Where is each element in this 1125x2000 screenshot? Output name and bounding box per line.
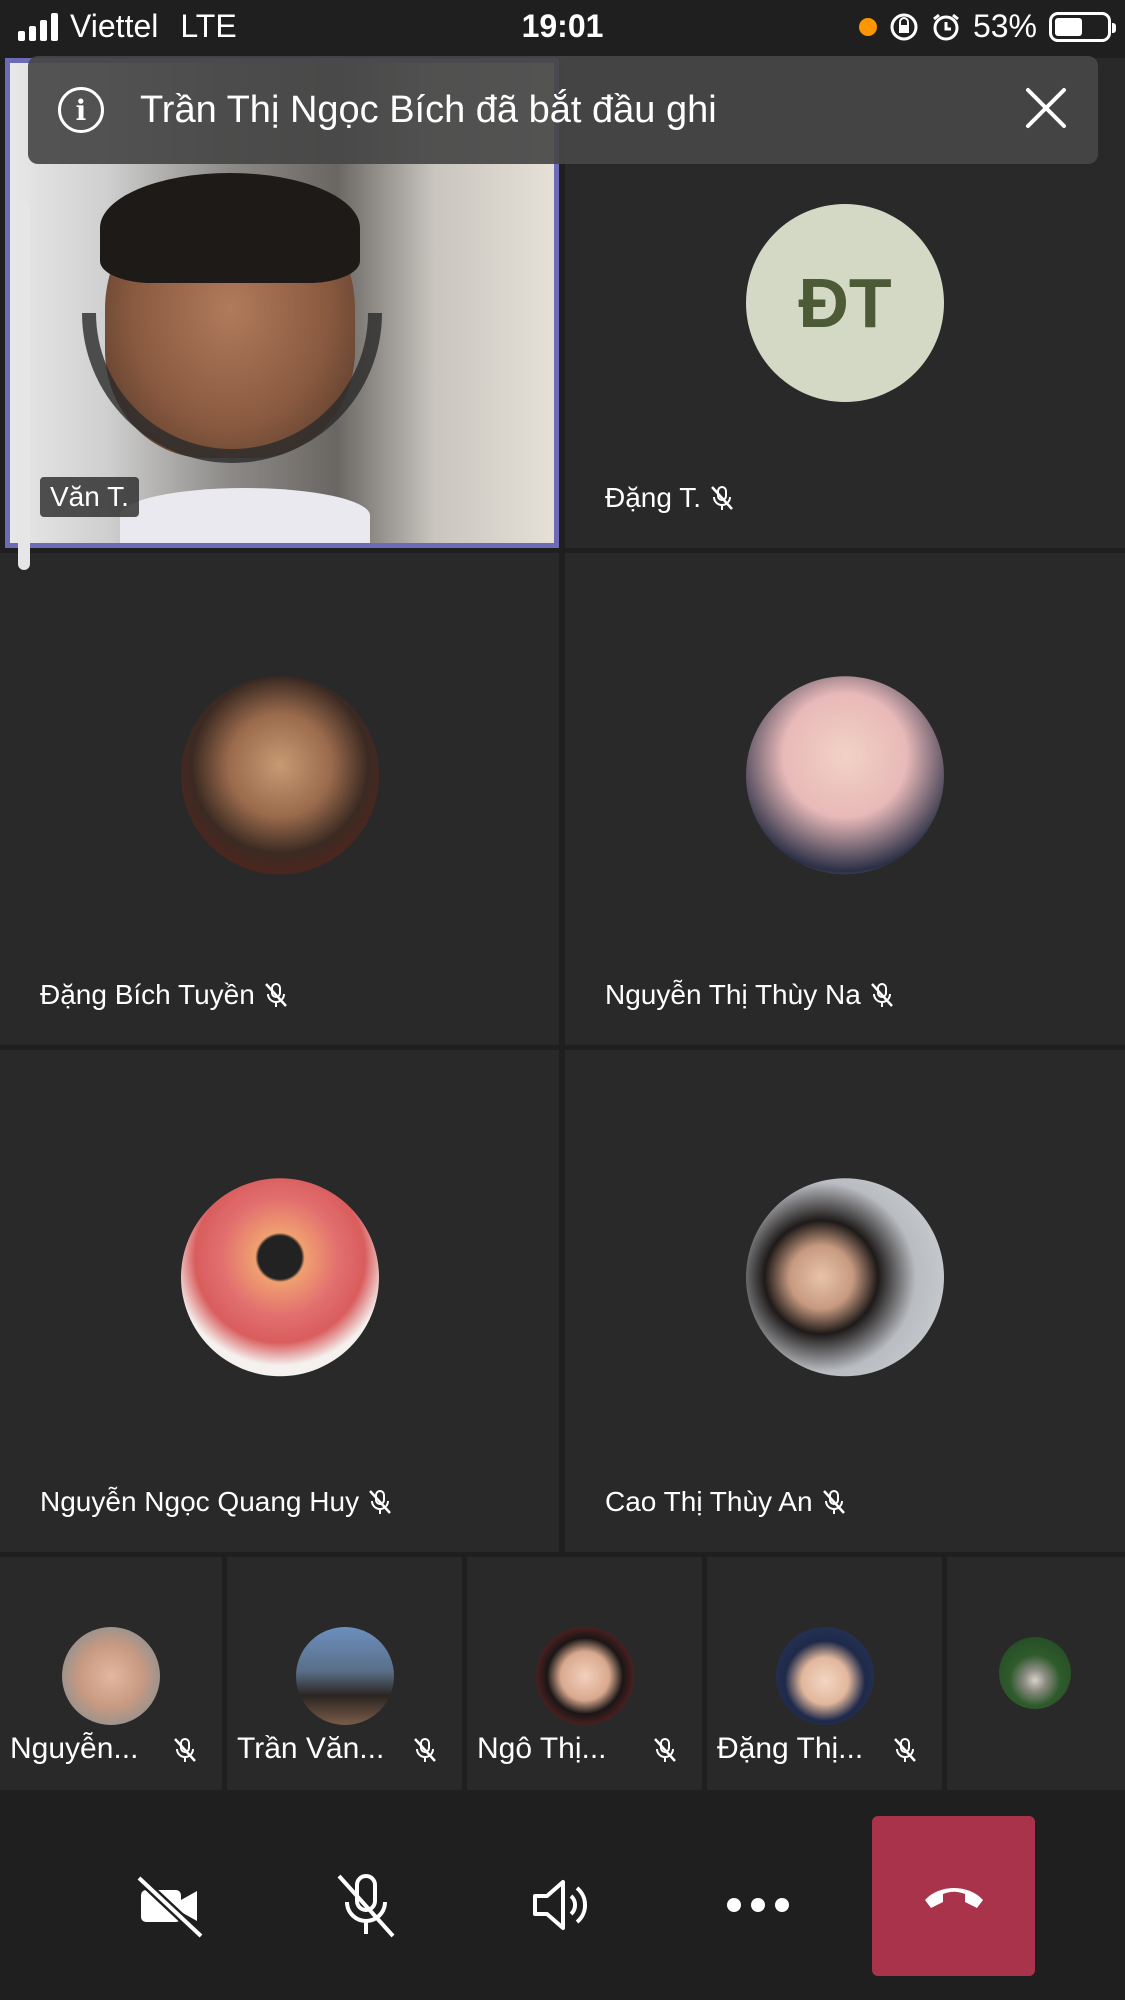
strip-participant-tile[interactable]: Ngô Thị... [467,1557,702,1790]
recording-notification-banner: i Trần Thị Ngọc Bích đã bắt đầu ghi [28,56,1098,164]
participant-tile[interactable]: Nguyễn Thị Thùy Na [565,553,1125,1045]
more-icon [727,1898,789,1912]
status-bar: Viettel LTE 19:01 53% [0,0,1125,56]
camera-off-icon [135,1874,205,1940]
speaker-icon [533,1880,588,1930]
mic-muted-icon [654,1738,676,1762]
participant-name-row: Cao Thị Thùy An [605,1486,847,1518]
avatar-initials: ĐT [746,204,944,402]
strip-participant-tile[interactable]: Trần Văn... [227,1557,462,1790]
participant-name: Cao Thị Thùy An [605,1486,813,1517]
more-options-button[interactable] [718,1865,798,1945]
info-icon: i [58,87,104,133]
avatar-photo [775,1627,874,1725]
avatar-photo [295,1627,394,1725]
mic-muted-icon [264,983,287,1007]
participant-tile[interactable]: Cao Thị Thùy An [565,1050,1125,1552]
mic-muted-icon [894,1738,916,1762]
participant-name-row: Nguyễn Thị Thùy Na [605,979,895,1011]
call-controls [0,1790,1125,2000]
phone-hangup-icon [924,1888,983,1908]
avatar-photo [62,1627,160,1725]
participant-name: Đặng Thị... [717,1732,864,1765]
avatar-photo [746,676,944,875]
participant-name: Văn T. [40,477,139,517]
participant-name: Nguyễn... [10,1732,139,1765]
participant-name: Nguyễn Thị Thùy Na [605,979,861,1010]
mic-muted-icon [369,1490,392,1514]
avatar-photo [180,1178,379,1377]
speaker-button[interactable] [522,1865,602,1945]
mic-muted-icon [414,1738,436,1762]
video-person-hair [100,173,360,283]
battery-icon [1049,11,1116,42]
close-icon[interactable] [1022,84,1070,132]
participant-name: Nguyễn Ngọc Quang Huy [40,1486,360,1517]
avatar-photo [746,1178,944,1377]
avatar-photo [180,676,379,875]
rotation-lock-icon [890,13,918,40]
participant-name: Đặng Bích Tuyền [40,979,255,1010]
participant-name-row: Đặng T. [605,482,735,514]
mute-toggle-button[interactable] [326,1865,406,1945]
hang-up-button[interactable] [872,1816,1035,1976]
avatar-photo [535,1627,634,1725]
avatar-photo [999,1637,1071,1709]
camera-toggle-button[interactable] [130,1865,210,1945]
strip-participant-tile[interactable]: Nguyễn... [0,1557,222,1790]
participant-tile[interactable]: Đặng Bích Tuyền [0,553,559,1045]
banner-message: Trần Thị Ngọc Bích đã bắt đầu ghi [140,88,717,131]
mic-muted-icon [870,983,893,1007]
mic-muted-icon [711,486,733,510]
participant-name-row: Nguyễn Ngọc Quang Huy [40,1486,393,1518]
participant-name-row: Đặng Bích Tuyền [40,979,289,1011]
battery-percent: 53% [972,8,1037,44]
participant-name: Trần Văn... [237,1732,385,1765]
mic-in-use-icon [858,17,877,36]
strip-participant-tile[interactable]: Đặng Thị... [707,1557,942,1790]
scrollbar[interactable] [18,200,30,570]
participant-tile[interactable]: Nguyễn Ngọc Quang Huy [0,1050,559,1552]
mic-muted-icon [174,1738,196,1762]
mic-off-icon [337,1874,395,1938]
mic-muted-icon [822,1490,845,1514]
participant-name: Ngô Thị... [477,1732,607,1765]
participant-name: Đặng T. [605,482,701,513]
video-person-shirt [120,488,370,543]
status-right: 53% [858,8,1116,45]
alarm-icon [933,13,959,40]
strip-participant-tile[interactable] [947,1557,1125,1790]
